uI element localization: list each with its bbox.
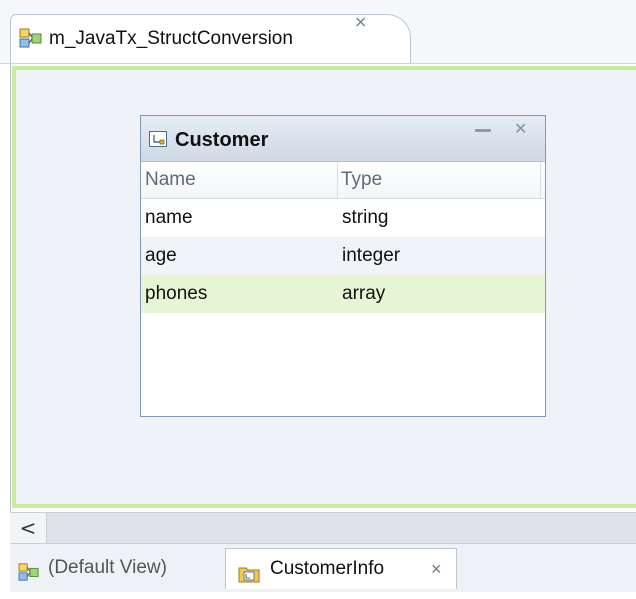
editor-tab[interactable]: m_JavaTx_StructConversion (10, 14, 411, 65)
close-icon[interactable]: × (431, 549, 442, 589)
field-name: phones (145, 283, 208, 304)
horizontal-scrollbar[interactable]: < (10, 512, 636, 543)
editor-tab-title: m_JavaTx_StructConversion (49, 28, 293, 49)
struct-window-header[interactable]: Customer ✕ (141, 116, 545, 162)
tab-label: (Default View) (48, 557, 167, 578)
table-row-selected[interactable]: phones array (141, 275, 545, 313)
editor-tab-strip: m_JavaTx_StructConversion ⨯ (0, 0, 636, 65)
customer-struct-window[interactable]: Customer ✕ Name Type name string age int… (140, 115, 546, 417)
mapping-icon (19, 27, 43, 49)
column-header-name[interactable]: Name (145, 162, 338, 198)
struct-window-title: Customer (175, 129, 269, 151)
minimize-icon[interactable] (473, 121, 493, 137)
struct-folder-icon (238, 559, 260, 583)
field-type: string (342, 207, 389, 228)
scroll-left-button[interactable]: < (10, 513, 47, 543)
table-header: Name Type (141, 162, 545, 199)
field-name: age (145, 245, 177, 266)
field-name: name (145, 207, 193, 228)
view-tab-strip: (Default View) CustomerInfo × (10, 543, 636, 592)
close-icon[interactable]: ✕ (514, 121, 527, 137)
struct-icon (149, 131, 167, 147)
field-type: array (342, 283, 386, 304)
field-table: name string age integer phones array (141, 199, 545, 313)
field-type: integer (342, 245, 401, 266)
close-icon[interactable]: ⨯ (354, 14, 370, 30)
mapping-icon (18, 559, 40, 581)
tab-customerinfo[interactable]: CustomerInfo × (225, 548, 457, 589)
table-row[interactable]: name string (141, 199, 545, 237)
tab-label: CustomerInfo (270, 558, 385, 579)
column-header-type[interactable]: Type (341, 162, 541, 198)
table-row[interactable]: age integer (141, 237, 545, 275)
